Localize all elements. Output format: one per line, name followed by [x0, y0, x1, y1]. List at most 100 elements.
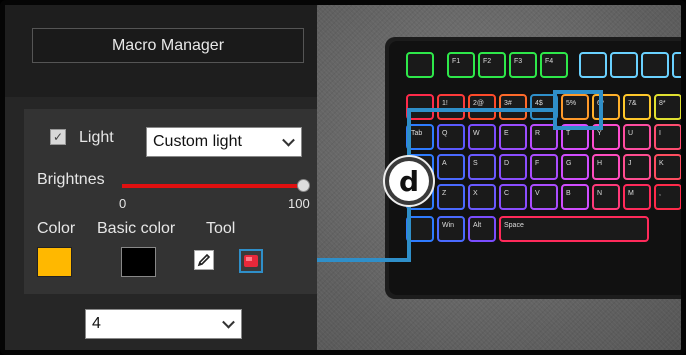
keyboard-key-label: Q: [442, 130, 448, 137]
keyboard-key-label: X: [473, 190, 478, 197]
keyboard-key-label: J: [628, 160, 632, 167]
keyboard-key: [437, 94, 465, 120]
keyboard-key-label: V: [535, 190, 540, 197]
keyboard-key-label: F3: [514, 58, 522, 65]
keyboard-key: [437, 154, 465, 180]
keyboard-key: [499, 94, 527, 120]
chevron-down-icon: [282, 133, 295, 147]
keyboard-key: [654, 184, 681, 210]
keyboard-key-label: 7&: [628, 100, 637, 107]
keyboard-key-label: Alt: [473, 222, 481, 229]
callout-line: [407, 207, 411, 262]
keyboard-key-label: U: [628, 130, 633, 137]
keyboard-key-label: Z: [442, 190, 447, 197]
keyboard-key: [468, 124, 496, 150]
brightness-label: Brightnes: [37, 171, 105, 188]
color-swatch[interactable]: [37, 247, 72, 277]
keyboard-key-label: F4: [545, 58, 553, 65]
keyboard-key-label: A: [442, 160, 447, 167]
keyboard-key-label: Space: [504, 222, 524, 229]
color-label: Color: [37, 220, 76, 237]
light-mode-select[interactable]: Custom light: [146, 127, 302, 157]
keyboard-key-label: R: [535, 130, 540, 137]
keyboard-key: [437, 216, 465, 242]
keyboard-key-label: B: [566, 190, 571, 197]
keyboard-key: [437, 124, 465, 150]
keyboard-key-label: E: [504, 130, 509, 137]
keyboard-key-label: F2: [483, 58, 491, 65]
callout-line: [407, 108, 553, 112]
basic-color-label: Basic color: [97, 220, 176, 237]
keyboard-key: [530, 184, 558, 210]
keyboard-key-label: Y: [597, 130, 602, 137]
brightness-slider-thumb[interactable]: [297, 179, 310, 192]
chevron-down-icon: [222, 315, 235, 329]
keyboard-key: [468, 216, 496, 242]
keyboard-key-label: F1: [452, 58, 460, 65]
basic-color-swatch[interactable]: [121, 247, 156, 277]
keyboard-key: [561, 154, 589, 180]
keyboard-key: [641, 52, 669, 78]
keyboard-key-label: ,: [659, 190, 661, 197]
keyboard-key-label: I: [659, 130, 661, 137]
keyboard-key: [499, 154, 527, 180]
app-frame: F1 F2 F3 F4 1! 2@ 3# 4$ 5% 6^ 7& 8* Tab Q W E R T Y U I A S D F G…: [0, 0, 686, 355]
keyboard-key: [499, 124, 527, 150]
keyboard-key-label: G: [566, 160, 571, 167]
keyboard-key: [530, 154, 558, 180]
keyboard-key-label: N: [597, 190, 602, 197]
callout-badge-letter: d: [389, 161, 429, 201]
light-label: Light: [79, 129, 114, 146]
keyboard-key: [592, 184, 620, 210]
keyboard-key: [654, 154, 681, 180]
keyboard-key-label: Win: [442, 222, 454, 229]
keyboard-key: [623, 124, 651, 150]
keyboard-key: [579, 52, 607, 78]
pencil-icon[interactable]: [194, 250, 214, 270]
brightness-max-label: 100: [288, 196, 310, 211]
profile-select[interactable]: 4: [85, 309, 242, 339]
keyboard-key-label: 4$: [535, 100, 543, 107]
keyboard-key-label: T: [566, 130, 571, 137]
keyboard-key: [672, 52, 681, 78]
keyboard-key-label: W: [473, 130, 480, 137]
profile-select-value: 4: [92, 315, 101, 332]
brightness-slider-track[interactable]: [122, 184, 304, 188]
keyboard-key-label: D: [504, 160, 509, 167]
keyboard-key: [623, 154, 651, 180]
keyboard-key: [654, 94, 681, 120]
keyboard-key: [499, 216, 649, 242]
keyboard-key: [654, 124, 681, 150]
tool-label: Tool: [206, 220, 236, 237]
keyboard-key: [623, 94, 651, 120]
keyboard-key-label: 2@: [473, 100, 484, 107]
keyboard-key-label: M: [628, 190, 634, 197]
keyboard-key: [447, 52, 475, 78]
keyboard-key: [610, 52, 638, 78]
keyboard-key-label: H: [597, 160, 602, 167]
keyboard-key: [468, 184, 496, 210]
keyboard-key-label: 3#: [504, 100, 512, 107]
keyboard-key: [499, 184, 527, 210]
callout-badge: d: [383, 155, 435, 207]
light-mode-value: Custom light: [153, 133, 242, 150]
keyboard-key: [592, 154, 620, 180]
keyboard-key: [468, 154, 496, 180]
keyboard-key-label: C: [504, 190, 509, 197]
light-checkbox[interactable]: ✓: [50, 129, 66, 145]
fill-icon[interactable]: [239, 249, 263, 273]
keyboard-key: [478, 52, 506, 78]
macro-manager-button[interactable]: Macro Manager: [32, 28, 304, 63]
keyboard-key: [437, 184, 465, 210]
keyboard-key-label: F: [535, 160, 539, 167]
keyboard-key: [561, 184, 589, 210]
keyboard-key: [406, 52, 434, 78]
keyboard-key-label: S: [473, 160, 478, 167]
keyboard-key: [468, 94, 496, 120]
keyboard-key: [509, 52, 537, 78]
settings-panel: Macro Manager ✓ Light Custom light Brigh…: [5, 5, 317, 350]
keyboard-key-label: K: [659, 160, 664, 167]
macro-section: Macro Manager: [5, 5, 317, 97]
keyboard-key-label: 1!: [442, 100, 448, 107]
keyboard-key-label: Tab: [411, 130, 422, 137]
